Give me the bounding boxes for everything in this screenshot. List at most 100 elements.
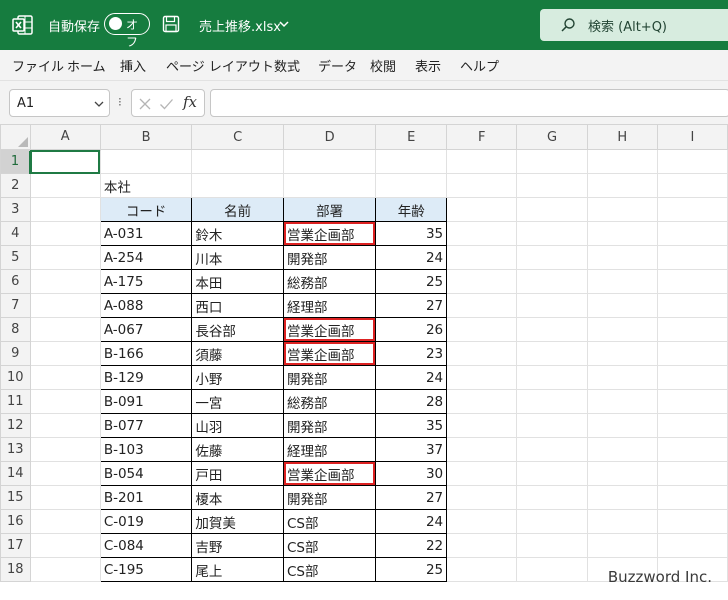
- cell-d6[interactable]: 総務部: [282, 269, 377, 294]
- cell-b15[interactable]: B-201: [99, 485, 193, 510]
- cell-d2[interactable]: [282, 173, 377, 198]
- cell-a14[interactable]: [29, 461, 101, 486]
- cell-i13[interactable]: [656, 437, 728, 462]
- cell-b5[interactable]: A-254: [99, 245, 193, 270]
- row-header-17[interactable]: 17: [0, 533, 31, 558]
- cell-table[interactable]: A B C D E F G H I 1 2 本社 3 コード 名前 部署 年齢 4 A-031 鈴木 営業企画部 35 5 A…: [0, 124, 728, 582]
- cell-b14[interactable]: B-054: [99, 461, 193, 486]
- save-icon[interactable]: [162, 15, 180, 33]
- cell-i15[interactable]: [656, 485, 728, 510]
- cell-c4[interactable]: 鈴木: [191, 221, 284, 246]
- cell-b3[interactable]: コード: [99, 197, 193, 222]
- cell-c6[interactable]: 本田: [191, 269, 284, 294]
- cell-b16[interactable]: C-019: [99, 509, 193, 534]
- cell-f1[interactable]: [446, 149, 518, 174]
- cell-d13[interactable]: 経理部: [282, 437, 377, 462]
- cell-i10[interactable]: [656, 365, 728, 390]
- cell-g13[interactable]: [516, 437, 588, 462]
- enter-icon[interactable]: [159, 97, 174, 111]
- cell-a13[interactable]: [29, 437, 101, 462]
- cell-a12[interactable]: [29, 413, 101, 438]
- autosave-toggle[interactable]: オフ: [104, 13, 150, 49]
- cell-a17[interactable]: [29, 533, 101, 558]
- cell-g12[interactable]: [516, 413, 588, 438]
- cell-f15[interactable]: [446, 485, 518, 510]
- cell-i5[interactable]: [656, 245, 728, 270]
- more-options-icon[interactable]: ⁝: [118, 95, 122, 109]
- cell-e6[interactable]: 25: [375, 269, 448, 294]
- cell-f2[interactable]: [446, 173, 518, 198]
- cell-e9[interactable]: 23: [375, 341, 448, 366]
- cell-f11[interactable]: [446, 389, 518, 414]
- row-header-15[interactable]: 15: [0, 485, 31, 510]
- menu-insert[interactable]: 挿入: [120, 56, 146, 75]
- excel-logo-icon[interactable]: [12, 14, 34, 36]
- column-header-i[interactable]: I: [656, 124, 728, 150]
- cell-a6[interactable]: [29, 269, 101, 294]
- insert-function-icon[interactable]: fx: [183, 93, 197, 111]
- cell-e5[interactable]: 24: [375, 245, 448, 270]
- menu-help[interactable]: ヘルプ: [460, 56, 499, 75]
- cell-a1[interactable]: [29, 149, 101, 174]
- cell-g16[interactable]: [516, 509, 588, 534]
- row-header-13[interactable]: 13: [0, 437, 31, 462]
- cell-c10[interactable]: 小野: [191, 365, 284, 390]
- cell-c1[interactable]: [191, 149, 284, 174]
- cell-e17[interactable]: 22: [375, 533, 448, 558]
- cell-c7[interactable]: 西口: [191, 293, 284, 318]
- cell-d15[interactable]: 開発部: [282, 485, 377, 510]
- cell-h17[interactable]: [586, 533, 658, 558]
- cell-f5[interactable]: [446, 245, 518, 270]
- cell-b12[interactable]: B-077: [99, 413, 193, 438]
- cell-e13[interactable]: 37: [375, 437, 448, 462]
- cell-h16[interactable]: [586, 509, 658, 534]
- cell-i9[interactable]: [656, 341, 728, 366]
- cell-i4[interactable]: [656, 221, 728, 246]
- menu-review[interactable]: 校閲: [370, 56, 396, 75]
- cell-e3[interactable]: 年齢: [375, 197, 448, 222]
- cell-g15[interactable]: [516, 485, 588, 510]
- search-box[interactable]: 検索 (Alt+Q): [540, 9, 728, 41]
- cell-i1[interactable]: [656, 149, 728, 174]
- menu-data[interactable]: データ: [318, 56, 357, 75]
- cell-e14[interactable]: 30: [375, 461, 448, 486]
- cell-g2[interactable]: [516, 173, 588, 198]
- row-header-8[interactable]: 8: [0, 317, 31, 342]
- cell-i8[interactable]: [656, 317, 728, 342]
- cell-h7[interactable]: [586, 293, 658, 318]
- cell-h5[interactable]: [586, 245, 658, 270]
- row-header-4[interactable]: 4: [0, 221, 31, 246]
- menu-page-layout[interactable]: ページ レイアウト: [166, 56, 274, 75]
- cell-g7[interactable]: [516, 293, 588, 318]
- column-header-d[interactable]: D: [282, 124, 377, 150]
- cell-f10[interactable]: [446, 365, 518, 390]
- cell-i11[interactable]: [656, 389, 728, 414]
- cell-h10[interactable]: [586, 365, 658, 390]
- cell-c12[interactable]: 山羽: [191, 413, 284, 438]
- cell-i14[interactable]: [656, 461, 728, 486]
- cancel-icon[interactable]: [138, 97, 152, 111]
- cell-h12[interactable]: [586, 413, 658, 438]
- menu-home[interactable]: ホーム: [67, 56, 106, 75]
- cell-c5[interactable]: 川本: [191, 245, 284, 270]
- cell-g8[interactable]: [516, 317, 588, 342]
- cell-e18[interactable]: 25: [375, 557, 448, 582]
- cell-b6[interactable]: A-175: [99, 269, 193, 294]
- cell-a4[interactable]: [29, 221, 101, 246]
- cell-b8[interactable]: A-067: [99, 317, 193, 342]
- column-header-c[interactable]: C: [191, 124, 284, 150]
- menu-file[interactable]: ファイル: [12, 56, 64, 75]
- cell-h3[interactable]: [586, 197, 658, 222]
- cell-h1[interactable]: [586, 149, 658, 174]
- row-header-10[interactable]: 10: [0, 365, 31, 390]
- cell-c18[interactable]: 尾上: [191, 557, 284, 582]
- cell-d3[interactable]: 部署: [282, 197, 377, 222]
- cell-d12[interactable]: 開発部: [282, 413, 377, 438]
- cell-a2[interactable]: [29, 173, 101, 198]
- cell-b11[interactable]: B-091: [99, 389, 193, 414]
- formula-input[interactable]: [210, 89, 728, 117]
- cell-i16[interactable]: [656, 509, 728, 534]
- cell-c3[interactable]: 名前: [191, 197, 284, 222]
- cell-d9[interactable]: 営業企画部: [282, 341, 377, 366]
- cell-b10[interactable]: B-129: [99, 365, 193, 390]
